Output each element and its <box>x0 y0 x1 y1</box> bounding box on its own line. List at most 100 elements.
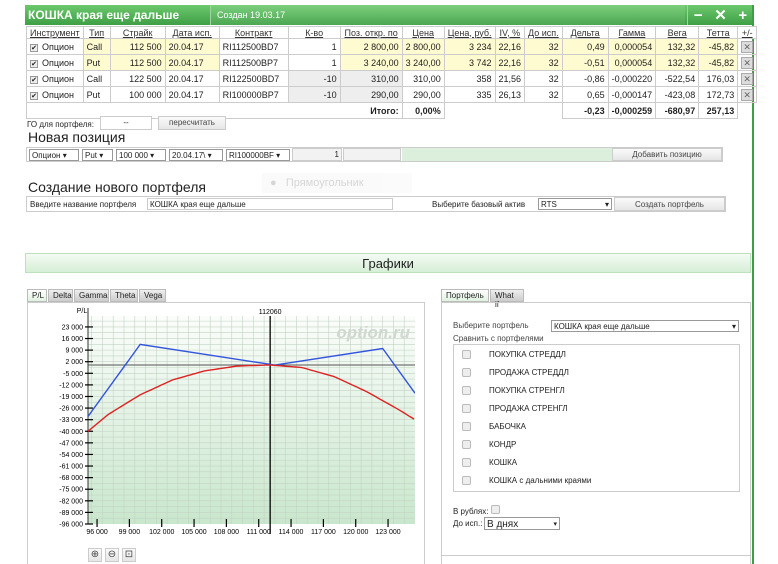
y-tick-label: 23 000 <box>62 324 84 331</box>
column-header[interactable]: Дельта <box>561 26 609 39</box>
column-header[interactable]: Гамма <box>607 26 657 39</box>
cell-price: 290,00 <box>401 86 445 103</box>
add-position-button[interactable]: Добавить позицию <box>612 148 722 161</box>
open-value: 290,00 <box>371 89 399 100</box>
row-checkbox[interactable]: ✔ <box>30 75 38 84</box>
date-select[interactable]: 20.04.17\ ▾ <box>169 149 223 161</box>
compare-item[interactable]: ПРОДАЖА СТРЕНГЛ <box>462 404 568 413</box>
column-header[interactable]: Контракт <box>218 26 289 39</box>
create-portfolio-button[interactable]: Создать портфель <box>614 197 725 211</box>
column-header[interactable]: Инструмент <box>26 26 84 39</box>
column-header[interactable]: Цена <box>401 26 445 39</box>
ghost-tooltip: ● Прямоугольник <box>262 173 412 193</box>
side-tab-1[interactable]: What if <box>490 289 524 309</box>
watermark: option.ru <box>336 323 410 342</box>
divider <box>442 555 750 556</box>
price-input[interactable] <box>343 148 401 161</box>
instrument-value: Опцион <box>32 151 61 160</box>
column-header[interactable]: К-во <box>287 26 341 39</box>
compare-item[interactable]: БАБОЧКА <box>462 422 526 431</box>
compare-checkbox[interactable] <box>462 350 471 359</box>
column-header[interactable]: Тип <box>82 26 111 39</box>
cell-instrument: ✔ Опцион <box>26 38 84 55</box>
column-header[interactable]: IV, % <box>494 26 526 39</box>
column-header[interactable]: Цена, руб. <box>443 26 496 39</box>
cell-days: 32 <box>524 70 563 87</box>
exp-select[interactable]: В днях ▾ <box>484 517 560 530</box>
qty-input[interactable]: 1 <box>292 148 342 161</box>
delete-icon[interactable]: ✕ <box>741 72 754 85</box>
cell-type: Put <box>82 54 111 71</box>
close-icon[interactable]: ✕ <box>714 6 727 24</box>
cell-date: 20.04.17 <box>164 38 220 55</box>
column-header[interactable]: Дата исп. <box>164 26 220 39</box>
compare-item[interactable]: ПОКУПКА СТРЕДДЛ <box>462 350 566 359</box>
x-tick-label: 102 000 <box>149 529 174 536</box>
compare-item[interactable]: КОШКА <box>462 458 517 467</box>
y-tick-label: -54 000 <box>59 452 83 459</box>
recalc-button[interactable]: пересчитать <box>158 116 226 130</box>
rub-label: В рублях: <box>453 507 489 516</box>
table-row: ✔ Опцион Put 100 000 20.04.17 RI100000BP7 -10 2… <box>26 86 758 103</box>
type-select[interactable]: Put ▾ <box>82 149 113 161</box>
delete-icon[interactable]: ✕ <box>741 56 754 69</box>
asset-select[interactable]: RTS ▾ <box>538 198 612 210</box>
zoom-reset-icon[interactable]: ⊡ <box>122 548 136 562</box>
cell-days: 32 <box>524 54 563 71</box>
chart-tab-pl[interactable]: P/L <box>27 289 47 302</box>
row-checkbox[interactable]: ✔ <box>30 59 38 68</box>
chart-tab-vega[interactable]: Vega <box>139 289 166 302</box>
created-date: Создан 19.03.17 <box>210 5 685 25</box>
cell-delete: ✕ <box>737 38 758 55</box>
rub-checkbox[interactable] <box>490 505 500 514</box>
portfolio-name-input[interactable]: КОШКА края еще дальше <box>147 198 393 210</box>
compare-checkbox[interactable] <box>462 476 471 485</box>
cell-qty: -10 <box>287 86 341 103</box>
compare-checkbox[interactable] <box>462 368 471 377</box>
row-checkbox[interactable]: ✔ <box>30 43 38 52</box>
gamma-value: 0,000054 <box>614 57 653 68</box>
side-tab-0[interactable]: Портфель <box>441 289 489 302</box>
strike-value: 100 000 <box>119 151 148 160</box>
instrument-select[interactable]: Опцион ▾ <box>29 149 79 161</box>
chart-tab-gamma[interactable]: Gamma <box>74 289 109 302</box>
compare-checkbox[interactable] <box>462 422 471 431</box>
column-header[interactable]: До исп. <box>524 26 563 39</box>
compare-item[interactable]: ПРОДАЖА СТРЕДДЛ <box>462 368 569 377</box>
compare-checkbox[interactable] <box>462 458 471 467</box>
new-portfolio-row: Введите название портфеля КОШКА края еще… <box>26 196 726 212</box>
compare-checkbox[interactable] <box>462 440 471 449</box>
plus-icon[interactable]: + <box>738 7 747 24</box>
column-header[interactable]: Тетта <box>698 26 739 39</box>
chart-tab-theta[interactable]: Theta <box>110 289 138 302</box>
qty-value: 1 <box>331 57 337 68</box>
compare-item[interactable]: КОШКА с дальними краями <box>462 476 591 485</box>
delete-icon[interactable]: ✕ <box>741 88 754 101</box>
graphs-header: Графики <box>25 253 751 273</box>
compare-checkbox[interactable] <box>462 404 471 413</box>
compare-item[interactable]: ПОКУПКА СТРЕНГЛ <box>462 386 565 395</box>
compare-checkbox[interactable] <box>462 386 471 395</box>
zoom-out-icon[interactable]: ⊖ <box>105 548 119 562</box>
type-value: Put <box>86 57 101 68</box>
y-tick-label: -47 000 <box>59 440 83 447</box>
zoom-in-icon[interactable]: ⊕ <box>88 548 102 562</box>
contract-select[interactable]: RI100000BF ▾ <box>226 149 290 161</box>
row-checkbox[interactable]: ✔ <box>30 91 38 100</box>
column-header[interactable]: Страйк <box>109 26 166 39</box>
chart-tab-delta[interactable]: Delta <box>48 289 73 302</box>
total-cell: 0,00% <box>401 102 445 119</box>
column-header[interactable]: Поз. откр. по <box>339 26 403 39</box>
column-header[interactable]: Вега <box>655 26 700 39</box>
compare-item[interactable]: КОНДР <box>462 440 516 449</box>
cell-iv: 21,56 <box>494 70 526 87</box>
cell-type: Put <box>82 86 111 103</box>
column-header[interactable]: +/- <box>737 26 758 39</box>
cell-type: Call <box>82 38 111 55</box>
cell-qty: -10 <box>287 70 341 87</box>
open-value: 2 800,00 <box>363 41 399 52</box>
portfolio-select[interactable]: КОШКА края еще дальше ▾ <box>551 320 739 332</box>
delete-icon[interactable]: ✕ <box>741 40 754 53</box>
minus-icon[interactable]: − <box>694 7 703 24</box>
strike-select[interactable]: 100 000 ▾ <box>116 149 166 161</box>
